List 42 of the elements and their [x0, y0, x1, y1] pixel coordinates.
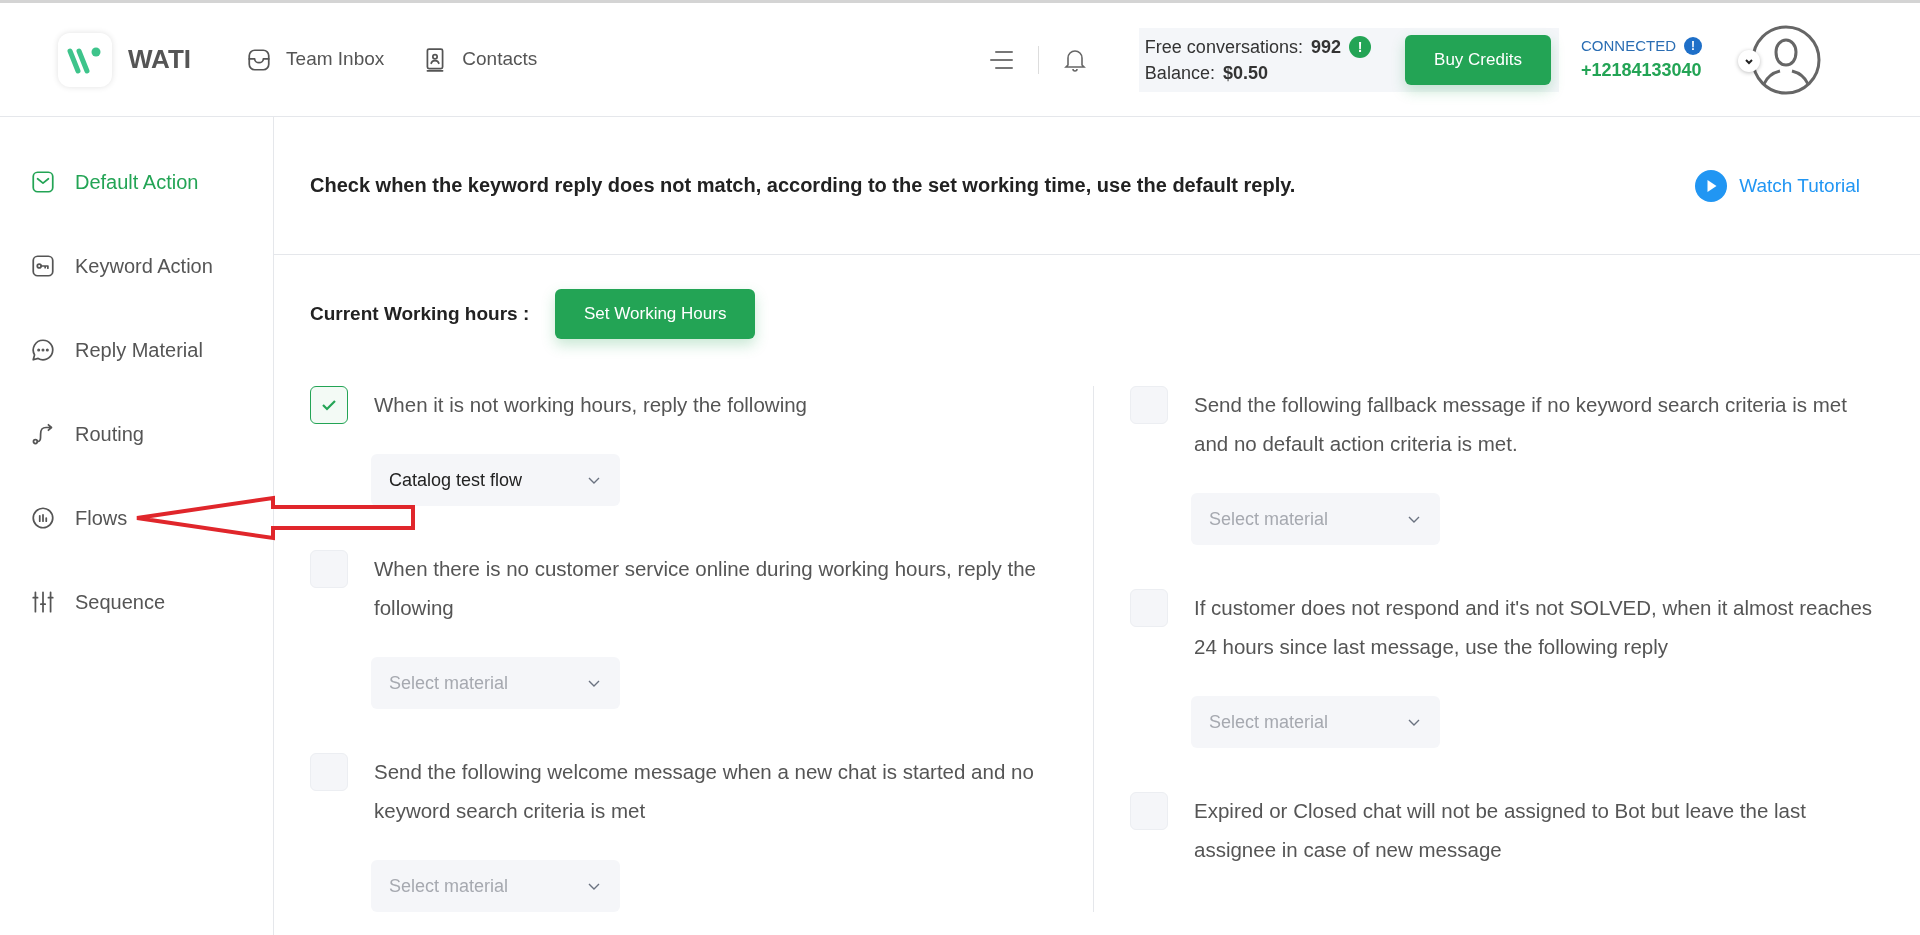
- nav-link[interactable]: Team Inbox: [246, 45, 385, 74]
- balance-label: Balance:: [1144, 61, 1215, 85]
- option-label: When there is no customer service online during working hours, reply the following: [374, 556, 1038, 621]
- option-label: Send the following welcome message when a new chat is started and no keyword search criteria is met: [374, 759, 1035, 824]
- phone-number: +12184133040: [1581, 59, 1702, 83]
- sidebar-item[interactable]: Routing: [30, 414, 273, 454]
- checkbox[interactable]: [310, 386, 348, 424]
- option-label: If customer does not respond and it's not SOLVED, when it almost reaches 24 hours since last message, use the following reply: [1194, 595, 1874, 660]
- inbox-icon: [246, 46, 273, 73]
- dropdown-value: Catalog test flow: [389, 468, 523, 492]
- sidebar-item[interactable]: Sequence: [30, 582, 273, 622]
- connection-status: CONNECTED: [1581, 35, 1676, 56]
- option-label: When it is not working hours, reply the following: [374, 392, 807, 418]
- dropdown-placeholder: Select material: [1209, 710, 1329, 734]
- info-badge: !: [1684, 37, 1702, 55]
- brand-name: WATI: [128, 43, 192, 76]
- dropdown-placeholder: Select material: [389, 874, 509, 898]
- dropdown-toggle[interactable]: [1738, 49, 1760, 72]
- alert-badge: !: [1349, 35, 1371, 58]
- key-icon: [30, 253, 56, 279]
- option-label: Send the following fallback message if no keyword search criteria is met and no default action criteria is met.: [1194, 392, 1848, 457]
- sidebar-item[interactable]: Reply Material: [30, 330, 273, 370]
- avatar-silhouette-icon[interactable]: [1750, 23, 1822, 96]
- logo-icon: [58, 32, 112, 87]
- page-description: Check when the keyword reply does not match, according to the set working time, use the default reply.: [310, 173, 1296, 198]
- free-conversations-label: Free conversations:: [1144, 35, 1303, 59]
- free-conversations-count: 992: [1310, 35, 1341, 59]
- menu-icon[interactable]: [987, 48, 1014, 71]
- working-hours-label: Current Working hours :: [310, 301, 530, 326]
- chart-circle-icon: [30, 505, 56, 531]
- play-icon: [1695, 170, 1728, 202]
- nav-link[interactable]: Contacts: [422, 45, 538, 74]
- sliders-icon: [30, 589, 56, 615]
- chat-bubble-icon: [30, 337, 56, 363]
- dropdown-placeholder: Select material: [1209, 507, 1329, 531]
- dropdown-placeholder: Select material: [389, 671, 509, 695]
- sidebar-item[interactable]: Flows: [30, 498, 273, 538]
- material-dropdown[interactable]: Catalog test flow: [371, 454, 620, 506]
- sidebar-item[interactable]: Keyword Action: [30, 246, 273, 286]
- option-label: Expired or Closed chat will not be assigned to Bot but leave the last assignee in case of new message: [1194, 798, 1807, 863]
- envelope-icon: [30, 169, 56, 195]
- balance-value: $0.50: [1222, 61, 1268, 85]
